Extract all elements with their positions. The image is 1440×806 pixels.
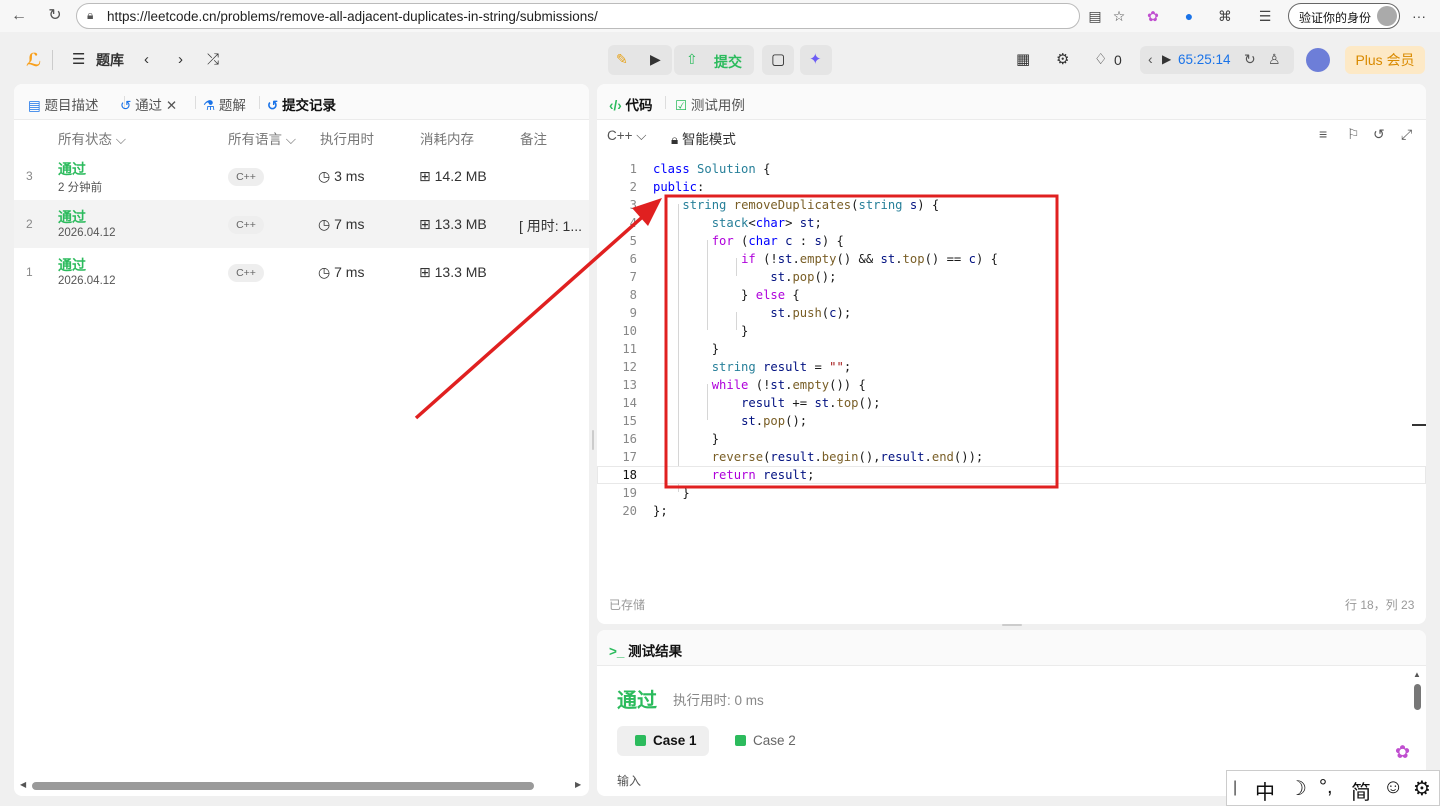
ime-toolbar: | 中 ☽ °, 简 ☺ ⚙ bbox=[1226, 770, 1440, 806]
emoji-icon[interactable]: ☺ bbox=[1383, 776, 1403, 799]
moon-icon[interactable]: ☽ bbox=[1289, 776, 1307, 801]
ime-cursor-bar: | bbox=[1233, 779, 1238, 796]
punctuation-toggle[interactable]: °, bbox=[1319, 776, 1333, 799]
ime-lang-toggle[interactable]: 中 bbox=[1255, 776, 1275, 805]
ime-settings-icon[interactable]: ⚙ bbox=[1413, 776, 1431, 801]
simplified-toggle[interactable]: 简 bbox=[1351, 776, 1371, 805]
annotation-arrow-line bbox=[414, 210, 650, 420]
annotation-overlay bbox=[414, 194, 1059, 489]
annotation-box bbox=[664, 194, 1059, 489]
